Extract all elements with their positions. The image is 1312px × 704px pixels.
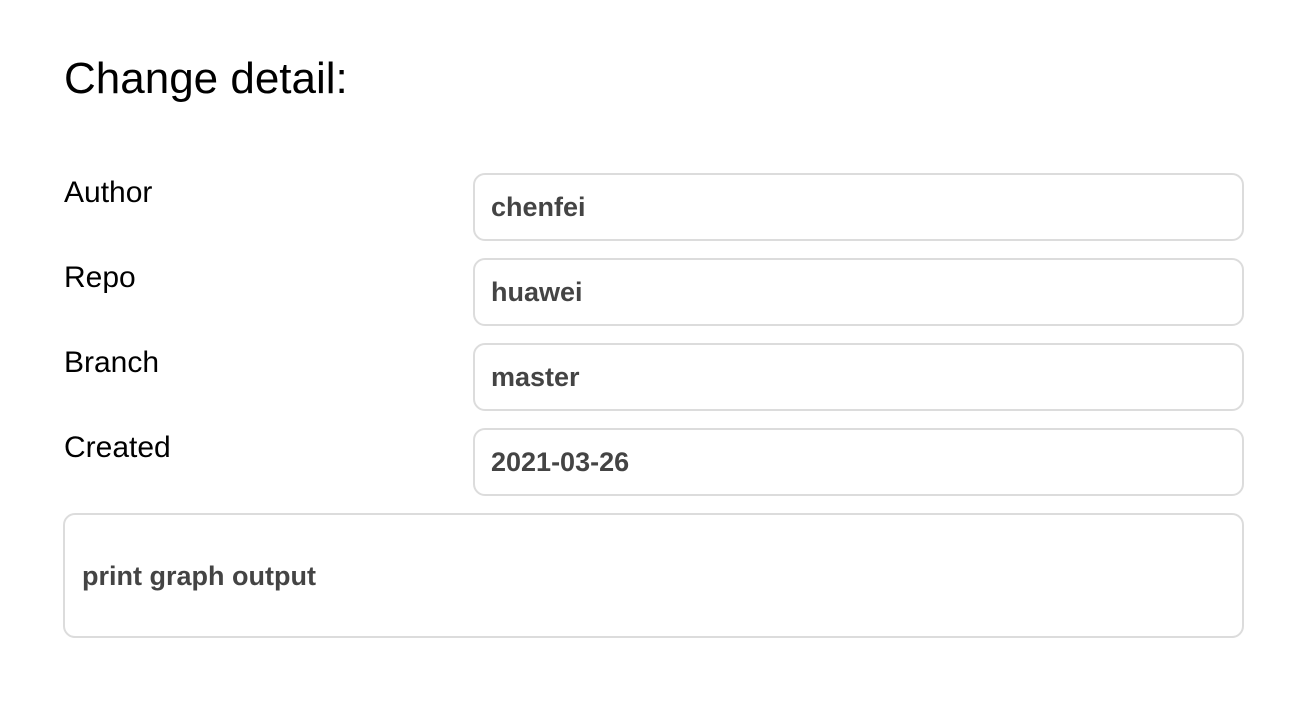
author-row: Author chenfei bbox=[64, 173, 1244, 241]
created-row: Created 2021-03-26 bbox=[64, 428, 1244, 496]
repo-value: huawei bbox=[491, 277, 583, 307]
branch-field[interactable]: master bbox=[473, 343, 1244, 411]
branch-value: master bbox=[491, 362, 580, 392]
change-detail-page: Change detail: Author chenfei Repo huawe… bbox=[0, 0, 1312, 704]
created-field[interactable]: 2021-03-26 bbox=[473, 428, 1244, 496]
repo-label: Repo bbox=[64, 261, 136, 294]
branch-row: Branch master bbox=[64, 343, 1244, 411]
commit-message-box[interactable]: print graph output bbox=[63, 513, 1244, 638]
page-title: Change detail: bbox=[64, 54, 348, 103]
commit-message-text: print graph output bbox=[82, 560, 316, 591]
author-label: Author bbox=[64, 176, 153, 209]
author-value: chenfei bbox=[491, 192, 586, 222]
branch-label: Branch bbox=[64, 346, 160, 379]
repo-field[interactable]: huawei bbox=[473, 258, 1244, 326]
repo-row: Repo huawei bbox=[64, 258, 1244, 326]
author-field[interactable]: chenfei bbox=[473, 173, 1244, 241]
created-value: 2021-03-26 bbox=[491, 447, 630, 477]
created-label: Created bbox=[64, 431, 171, 464]
